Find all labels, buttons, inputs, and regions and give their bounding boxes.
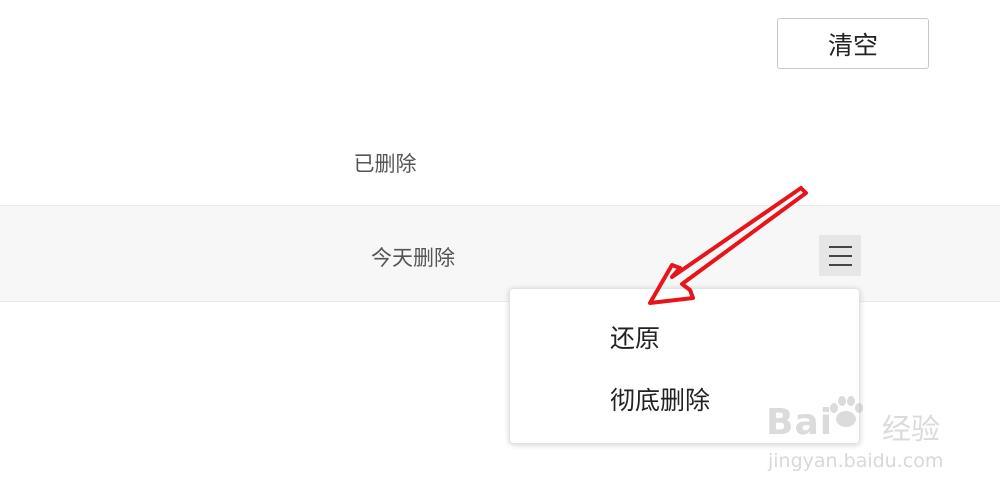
hamburger-menu-icon[interactable]	[819, 235, 861, 276]
row-label: 今天删除	[371, 246, 455, 270]
clear-button[interactable]: 清空	[777, 18, 929, 69]
menu-bar	[828, 245, 852, 248]
menu-item-delete-permanently[interactable]: 彻底删除	[610, 381, 710, 417]
column-header-deleted: 已删除	[353, 152, 417, 176]
watermark-suffix: 经验	[882, 412, 941, 446]
menu-bar	[828, 263, 852, 266]
context-menu: 还原 彻底删除	[509, 288, 860, 444]
menu-bar	[828, 254, 852, 257]
menu-item-restore[interactable]: 还原	[610, 319, 660, 355]
watermark-domain: jingyan.baidu.com	[768, 450, 944, 472]
